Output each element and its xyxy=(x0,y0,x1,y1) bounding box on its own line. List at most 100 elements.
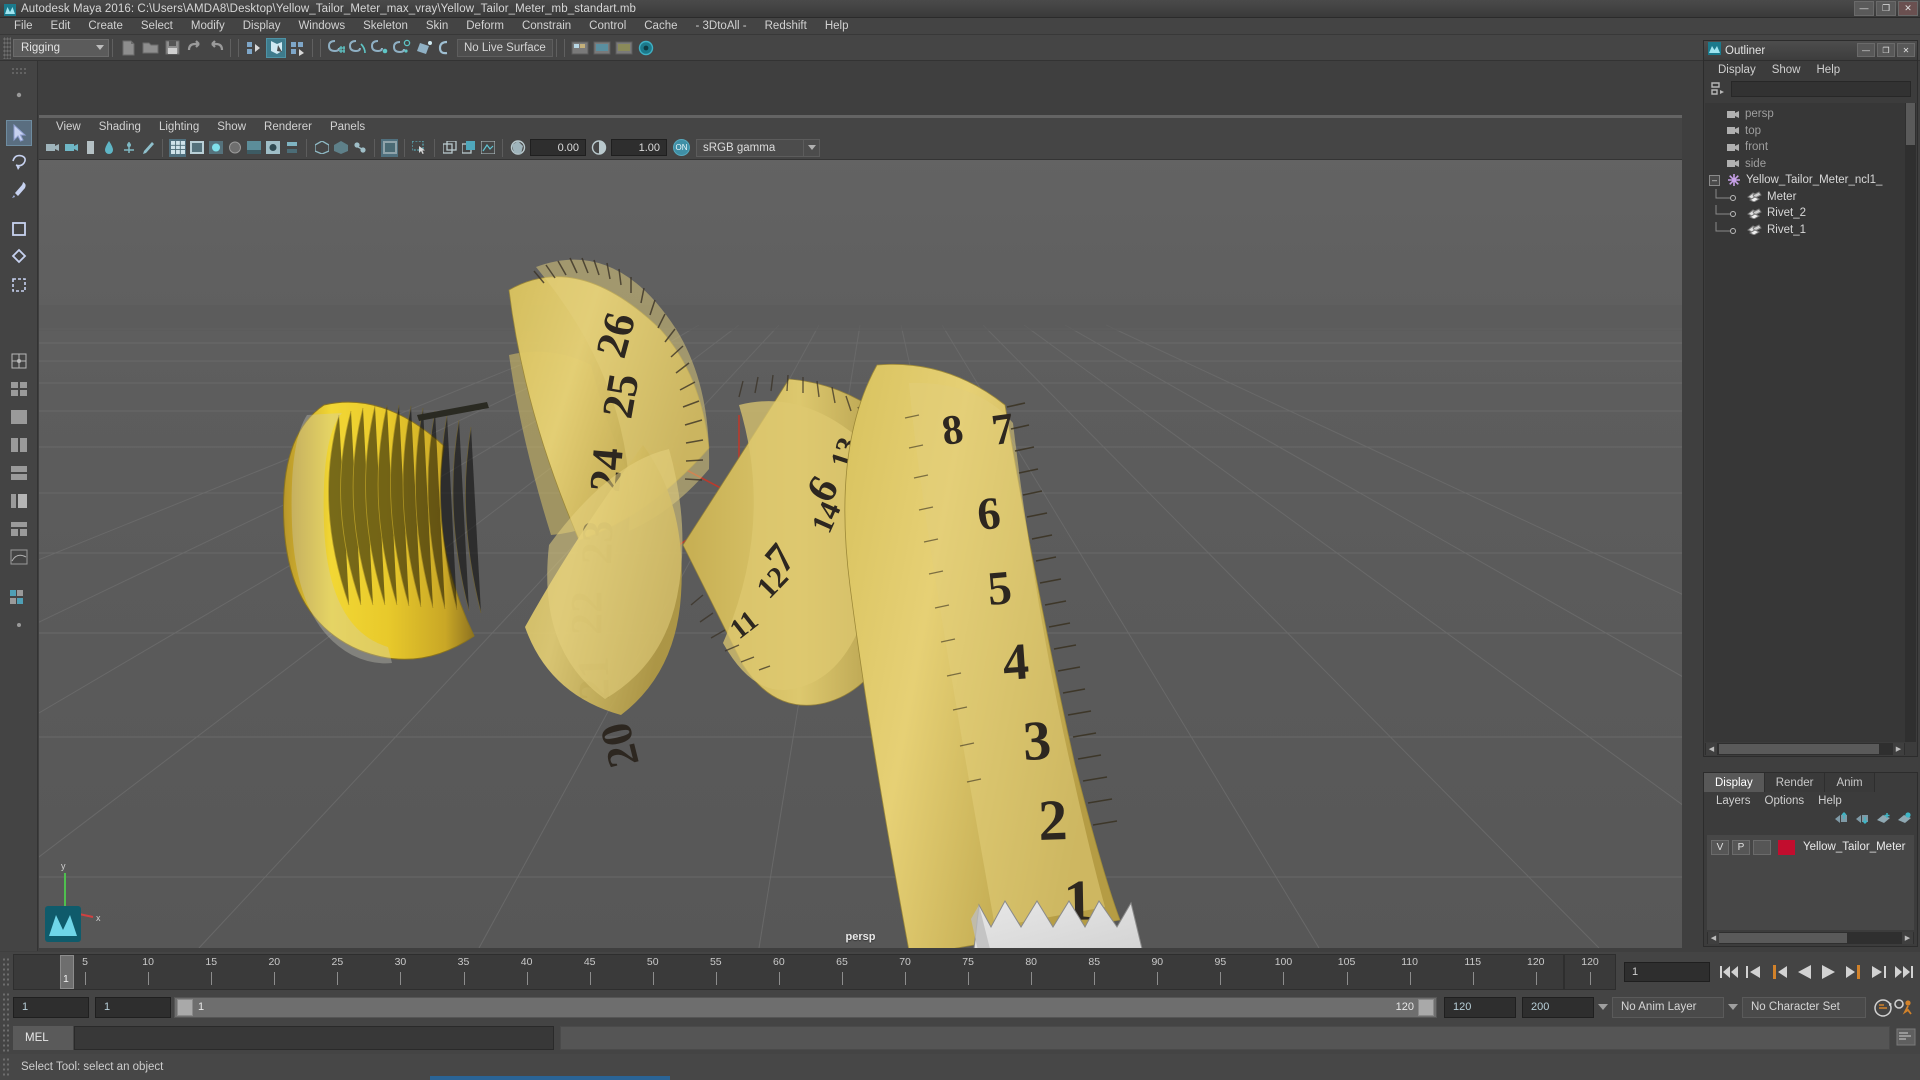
go-to-start-icon[interactable] xyxy=(1718,962,1739,982)
layer-visibility-toggle[interactable]: V xyxy=(1711,840,1729,855)
layer-color-swatch[interactable] xyxy=(1778,840,1795,855)
create-new-layer-icon[interactable] xyxy=(1876,812,1890,824)
viewport-menu-show[interactable]: Show xyxy=(208,121,255,133)
range-slider-bar[interactable]: 1 120 xyxy=(174,997,1437,1018)
outliner-minimize-button[interactable]: — xyxy=(1857,43,1875,57)
toolbar-grip[interactable] xyxy=(3,37,11,59)
animation-start-time-field[interactable]: 1 xyxy=(13,997,89,1018)
move-tool-button[interactable] xyxy=(6,216,32,242)
render-current-frame-icon[interactable] xyxy=(570,38,590,58)
menu-item-edit[interactable]: Edit xyxy=(42,20,80,32)
timeline-ruler[interactable]: 1 51015202530354045505560657075808590951… xyxy=(13,954,1564,990)
anim-layer-chevron-down-icon[interactable] xyxy=(1594,997,1612,1018)
image-plane-icon[interactable] xyxy=(101,139,118,157)
layout-more-button[interactable] xyxy=(6,612,32,638)
outliner-scroll-right-icon[interactable]: ▶ xyxy=(1893,743,1904,755)
menu-item-modify[interactable]: Modify xyxy=(182,20,234,32)
script-editor-icon[interactable] xyxy=(1896,1028,1916,1046)
outliner-item-front[interactable]: front xyxy=(1705,139,1905,156)
menu-item-redshift[interactable]: Redshift xyxy=(756,20,816,32)
outliner-item-rivet-2[interactable]: Rivet_2 xyxy=(1705,205,1905,222)
scale-tool-button[interactable] xyxy=(6,272,32,298)
outliner-item-yellow-tailor-meter-ncl1[interactable]: –Yellow_Tailor_Meter_ncl1_ xyxy=(1705,172,1905,189)
viewport-menu-renderer[interactable]: Renderer xyxy=(255,121,321,133)
menu-item-skin[interactable]: Skin xyxy=(417,20,457,32)
outliner-menu-help[interactable]: Help xyxy=(1809,64,1849,76)
layout-graph-editor-button[interactable] xyxy=(6,544,32,570)
bookmark-icon[interactable] xyxy=(82,139,99,157)
outliner-scroll-left-icon[interactable]: ◀ xyxy=(1706,743,1717,755)
step-back-keyframe-icon[interactable] xyxy=(1743,962,1764,982)
layer-scroll-right-icon[interactable]: ▶ xyxy=(1902,932,1913,944)
layout-two-panes-side-button[interactable] xyxy=(6,432,32,458)
move-layer-down-icon[interactable] xyxy=(1855,812,1869,824)
maximize-button[interactable]: ❐ xyxy=(1876,1,1896,16)
exposure-field[interactable]: 0.00 xyxy=(530,139,586,156)
layer-list[interactable]: VPYellow_Tailor_Meter xyxy=(1707,835,1914,930)
menu-set-selector[interactable]: Rigging xyxy=(13,39,109,57)
screen-space-ao-icon[interactable] xyxy=(264,139,281,157)
layer-editor-scrollbar[interactable]: ◀ ▶ xyxy=(1707,932,1914,944)
playback-end-time-field[interactable]: 120 xyxy=(1444,997,1516,1018)
universal-manipulator-tool-button[interactable] xyxy=(6,348,32,374)
open-scene-icon[interactable] xyxy=(140,38,160,58)
gamma-icon[interactable] xyxy=(590,139,607,157)
layer-editor-tab-anim[interactable]: Anim xyxy=(1825,773,1874,792)
layer-editor-menu-layers[interactable]: Layers xyxy=(1709,795,1758,807)
character-set-selector[interactable]: No Character Set xyxy=(1742,997,1866,1018)
layout-quad-colored-button[interactable] xyxy=(6,584,32,610)
range-slider-left-handle[interactable] xyxy=(177,999,193,1016)
character-set-chevron-down-icon[interactable] xyxy=(1724,997,1742,1018)
snap-to-grid-icon[interactable] xyxy=(326,38,346,58)
smooth-shade-textured-icon[interactable] xyxy=(207,139,224,157)
snap-to-point-icon[interactable] xyxy=(370,38,390,58)
layer-row[interactable]: VPYellow_Tailor_Meter xyxy=(1707,838,1914,856)
snap-to-view-plane-icon[interactable] xyxy=(414,38,434,58)
layered-panel-icon[interactable] xyxy=(460,139,477,157)
playback-start-time-field[interactable]: 1 xyxy=(95,997,171,1018)
layer-editor-menu-help[interactable]: Help xyxy=(1811,795,1849,807)
menu-item-deform[interactable]: Deform xyxy=(457,20,513,32)
select-by-hierarchy-icon[interactable] xyxy=(244,38,264,58)
step-forward-keyframe-icon[interactable] xyxy=(1868,962,1889,982)
snap-to-curve-icon[interactable] xyxy=(348,38,368,58)
wireframe-shading-icon[interactable] xyxy=(169,139,186,157)
current-frame-field[interactable]: 1 xyxy=(1624,962,1710,982)
play-backwards-icon[interactable] xyxy=(1793,962,1814,982)
menu-item-skeleton[interactable]: Skeleton xyxy=(354,20,417,32)
create-layer-from-selected-icon[interactable] xyxy=(1897,812,1911,824)
menu-item-select[interactable]: Select xyxy=(132,20,182,32)
range-slider-right-handle[interactable] xyxy=(1418,999,1434,1016)
texture-display-icon[interactable] xyxy=(381,139,398,157)
expand-collapse-icon[interactable]: – xyxy=(1709,175,1720,186)
duplicate-layer-icon[interactable] xyxy=(441,139,458,157)
outliner-tree[interactable]: persptopfrontside–Yellow_Tailor_Meter_nc… xyxy=(1705,103,1905,742)
outliner-vertical-scrollbar[interactable] xyxy=(1905,103,1916,742)
isolate-select-icon[interactable] xyxy=(313,139,330,157)
xray-joints-icon[interactable] xyxy=(351,139,368,157)
marquee-select-icon[interactable] xyxy=(411,139,428,157)
step-back-frame-icon[interactable] xyxy=(1768,962,1789,982)
command-input-field[interactable] xyxy=(74,1026,554,1050)
outliner-close-button[interactable]: ✕ xyxy=(1897,43,1915,57)
menu-item-create[interactable]: Create xyxy=(79,20,132,32)
toggle-render-view-icon[interactable] xyxy=(636,38,656,58)
close-button[interactable]: ✕ xyxy=(1898,1,1918,16)
lasso-select-tool-button[interactable] xyxy=(6,148,32,174)
grease-pencil-icon[interactable] xyxy=(139,139,156,157)
gamma-field[interactable]: 1.00 xyxy=(611,139,667,156)
xray-mode-icon[interactable] xyxy=(332,139,349,157)
perspective-viewport[interactable]: 26 25 24 23 22 21 20 6 7 xyxy=(39,115,1682,948)
layout-two-panes-stacked-button[interactable] xyxy=(6,460,32,486)
save-scene-icon[interactable] xyxy=(162,38,182,58)
select-tool-button[interactable] xyxy=(6,120,32,146)
color-management-toggle[interactable]: ON xyxy=(673,139,690,156)
smooth-shade-all-icon[interactable] xyxy=(188,139,205,157)
menu-item-constrain[interactable]: Constrain xyxy=(513,20,580,32)
outliner-menu-show[interactable]: Show xyxy=(1764,64,1809,76)
paint-select-tool-button[interactable] xyxy=(6,176,32,202)
make-live-icon[interactable] xyxy=(436,38,456,58)
outliner-item-meter[interactable]: Meter xyxy=(1705,189,1905,206)
outliner-item-persp[interactable]: persp xyxy=(1705,106,1905,123)
two-dimensional-pan-zoom-icon[interactable] xyxy=(120,139,137,157)
